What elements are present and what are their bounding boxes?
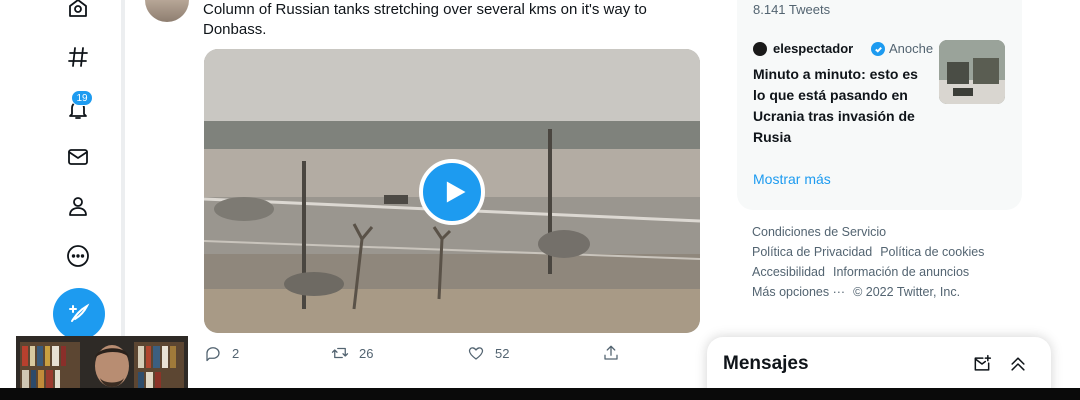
verified-icon bbox=[871, 42, 885, 56]
tweet-video[interactable] bbox=[204, 49, 700, 333]
avatar[interactable] bbox=[145, 0, 189, 22]
new-message-icon[interactable] bbox=[969, 351, 995, 377]
more-icon[interactable] bbox=[60, 238, 96, 274]
compose-tweet-button[interactable] bbox=[53, 288, 105, 340]
mail-icon[interactable] bbox=[60, 139, 96, 175]
privacy-link[interactable]: Política de Privacidad bbox=[752, 245, 872, 259]
share-button[interactable] bbox=[602, 344, 620, 362]
like-count: 52 bbox=[495, 345, 510, 361]
retweet-count: 26 bbox=[359, 345, 374, 361]
tweet-text: Column of Russian tanks stretching over … bbox=[203, 1, 647, 38]
reply-count: 2 bbox=[232, 345, 240, 361]
profile-icon[interactable] bbox=[60, 188, 96, 224]
tweet-count: 8.141 Tweets bbox=[753, 2, 831, 17]
footer-links: Condiciones de Servicio Política de Priv… bbox=[752, 222, 1042, 302]
ads-info-link[interactable]: Información de anuncios bbox=[833, 265, 969, 279]
explore-icon[interactable] bbox=[60, 0, 96, 26]
copyright: © 2022 Twitter, Inc. bbox=[853, 285, 961, 299]
hashtag-icon[interactable] bbox=[60, 39, 96, 75]
notifications-badge: 19 bbox=[71, 90, 93, 106]
tweet-actions: 2 26 52 bbox=[204, 344, 704, 368]
retweet-icon bbox=[331, 347, 349, 359]
news-thumbnail bbox=[939, 40, 1005, 104]
tweet-detail: Column of Russian tanks stretching over … bbox=[125, 0, 715, 390]
news-headline: Minuto a minuto: esto es lo que está pas… bbox=[753, 66, 918, 145]
terms-link[interactable]: Condiciones de Servicio bbox=[752, 225, 886, 239]
like-icon bbox=[468, 347, 484, 360]
messages-title: Mensajes bbox=[723, 353, 809, 374]
show-more-link[interactable]: Mostrar más bbox=[753, 171, 831, 187]
screen-bottom-bar bbox=[0, 388, 1080, 400]
reply-button[interactable]: 2 bbox=[204, 344, 239, 362]
reply-icon bbox=[206, 347, 220, 362]
more-options-link[interactable]: Más opciones ··· bbox=[752, 285, 845, 299]
news-time: Anoche bbox=[889, 41, 934, 56]
play-button[interactable] bbox=[419, 159, 485, 225]
cookies-link[interactable]: Política de cookies bbox=[880, 245, 984, 259]
retweet-button[interactable]: 26 bbox=[331, 344, 373, 362]
news-source: elespectador bbox=[773, 41, 854, 56]
like-button[interactable]: 52 bbox=[467, 344, 509, 362]
trending-panel: 8.141 Tweets elespectador Anoche Minuto … bbox=[737, 0, 1022, 210]
accessibility-link[interactable]: Accesibilidad bbox=[752, 265, 825, 279]
news-item[interactable]: elespectador Anoche Minuto a minuto: est… bbox=[753, 40, 1013, 150]
play-icon bbox=[446, 181, 465, 203]
compose-icon bbox=[69, 303, 90, 322]
collapse-icon[interactable] bbox=[1005, 351, 1031, 377]
share-icon bbox=[604, 345, 618, 360]
news-logo bbox=[753, 42, 767, 56]
